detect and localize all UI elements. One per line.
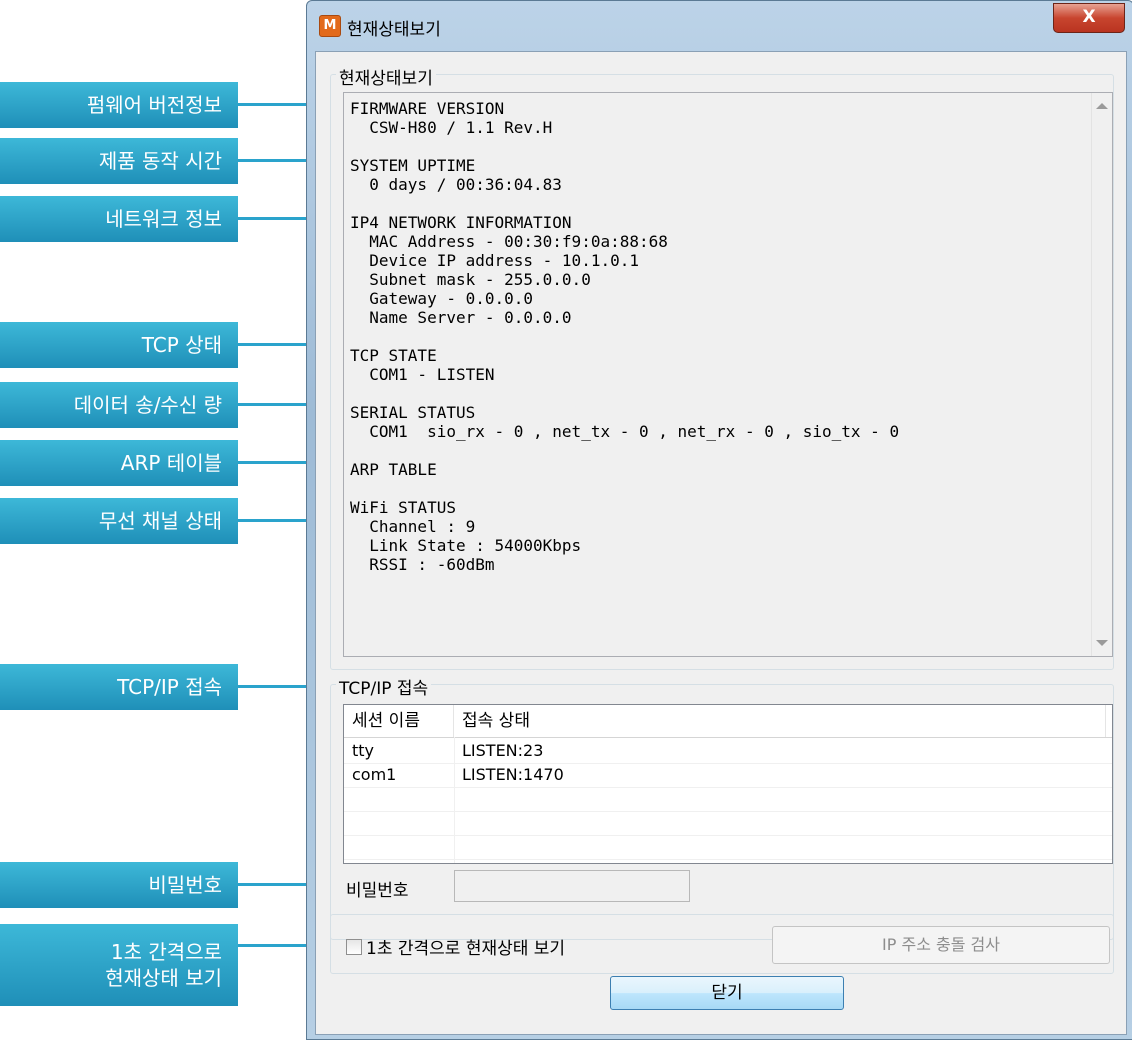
- callout-label: 펌웨어 버전정보: [86, 93, 222, 117]
- password-label: 비밀번호: [346, 881, 409, 901]
- tcpip-session-list[interactable]: 세션 이름 접속 상태 tty LISTEN:23 com1 LISTEN:14…: [343, 704, 1113, 864]
- callout-label: TCP 상태: [141, 333, 222, 357]
- close-button[interactable]: 닫기: [610, 976, 844, 1010]
- list-header: 세션 이름 접속 상태: [344, 705, 1112, 738]
- callout-arp-table: ARP 테이블: [0, 440, 238, 486]
- ip-conflict-check-button[interactable]: IP 주소 충돌 검사: [772, 926, 1110, 964]
- session-name-cell: tty: [352, 741, 375, 760]
- callout-password: 비밀번호: [0, 862, 238, 908]
- password-input[interactable]: [454, 870, 690, 902]
- callout-system-uptime: 제품 동작 시간: [0, 138, 238, 184]
- callout-wifi-status: 무선 채널 상태: [0, 498, 238, 544]
- column-header-session[interactable]: 세션 이름: [344, 705, 454, 737]
- status-group-label: 현재상태보기: [336, 64, 436, 89]
- callout-label: 비밀번호: [148, 873, 222, 897]
- callout-label: 무선 채널 상태: [98, 509, 222, 533]
- app-icon: M: [319, 15, 341, 37]
- auto-refresh-checkbox[interactable]: [346, 939, 362, 955]
- callout-tcp-state: TCP 상태: [0, 322, 238, 368]
- tcpip-group-label: TCP/IP 접속: [336, 674, 432, 699]
- empty-row: [344, 811, 1112, 836]
- callout-network-info: 네트워크 정보: [0, 196, 238, 242]
- scroll-up-icon[interactable]: [1096, 103, 1108, 109]
- callout-label: 네트워크 정보: [105, 207, 222, 231]
- dialog-client-area: 현재상태보기 FIRMWARE VERSION CSW-H80 / 1.1 Re…: [315, 51, 1127, 1035]
- table-row[interactable]: com1 LISTEN:1470: [344, 763, 1112, 788]
- window-close-button[interactable]: X: [1053, 3, 1125, 33]
- empty-row: [344, 787, 1112, 812]
- status-text: FIRMWARE VERSION CSW-H80 / 1.1 Rev.H SYS…: [350, 99, 900, 574]
- auto-refresh-label[interactable]: 1초 간격으로 현재상태 보기: [366, 934, 565, 959]
- status-scrollbar[interactable]: [1091, 93, 1112, 656]
- session-state-cell: LISTEN:23: [462, 741, 544, 760]
- title-bar[interactable]: M 현재상태보기 X: [307, 1, 1132, 51]
- status-dialog: M 현재상태보기 X 현재상태보기 FIRMWARE VERSION CSW-H…: [306, 0, 1132, 1040]
- callout-firmware-version: 펌웨어 버전정보: [0, 82, 238, 128]
- callout-label: 제품 동작 시간: [98, 149, 222, 173]
- scroll-down-icon[interactable]: [1096, 640, 1108, 646]
- callout-label: 데이터 송/수신 량: [73, 393, 222, 417]
- callout-auto-refresh: 1초 간격으로 현재상태 보기: [0, 924, 238, 1006]
- table-row[interactable]: tty LISTEN:23: [344, 739, 1112, 764]
- session-name-cell: com1: [352, 765, 397, 784]
- empty-row: [344, 835, 1112, 860]
- session-state-cell: LISTEN:1470: [462, 765, 564, 784]
- callout-label: TCP/IP 접속: [117, 675, 222, 699]
- column-header-state[interactable]: 접속 상태: [454, 705, 1106, 737]
- window-title: 현재상태보기: [347, 20, 441, 40]
- status-textbox[interactable]: FIRMWARE VERSION CSW-H80 / 1.1 Rev.H SYS…: [343, 92, 1113, 657]
- callout-data-tx-rx: 데이터 송/수신 량: [0, 382, 238, 428]
- callout-label: ARP 테이블: [120, 451, 222, 475]
- callout-label: 1초 간격으로 현재상태 보기: [105, 940, 222, 990]
- close-icon: X: [1082, 7, 1096, 27]
- callout-tcpip-connection: TCP/IP 접속: [0, 664, 238, 710]
